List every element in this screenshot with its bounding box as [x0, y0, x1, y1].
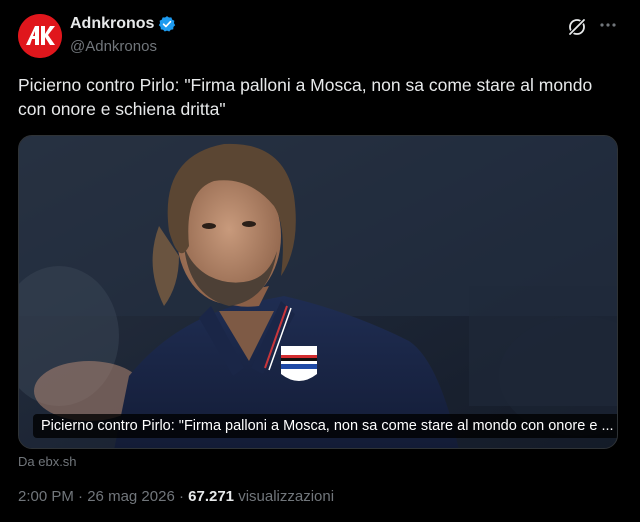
tweet-meta: 2:00 PM · 26 mag 2026 · 67.271 visualizz…: [18, 488, 334, 505]
avatar[interactable]: [18, 14, 62, 58]
tweet-time[interactable]: 2:00 PM: [18, 488, 74, 505]
author-name-row: Adnkronos: [70, 15, 176, 33]
tweet: Adnkronos @Adnkronos Picierno contro Pir…: [0, 0, 640, 522]
card-photo: [19, 136, 617, 448]
display-name[interactable]: Adnkronos: [70, 15, 154, 33]
adnkronos-logo-icon: [18, 14, 62, 58]
verified-badge-icon: [158, 15, 176, 33]
views-label: visualizzazioni: [238, 488, 335, 505]
grok-button[interactable]: [566, 16, 588, 38]
meta-separator: ·: [178, 488, 184, 505]
tweet-text: Picierno contro Pirlo: "Firma palloni a …: [18, 75, 593, 119]
grok-icon: [567, 17, 587, 37]
more-options-button[interactable]: [596, 14, 620, 36]
tweet-date[interactable]: 26 mag 2026: [87, 488, 175, 505]
link-card[interactable]: Picierno contro Pirlo: "Firma palloni a …: [18, 135, 618, 449]
handle[interactable]: @Adnkronos: [70, 38, 157, 55]
card-source-link[interactable]: Da ebx.sh: [18, 454, 77, 469]
card-caption: Picierno contro Pirlo: "Firma palloni a …: [33, 414, 617, 438]
views-count: 67.271: [188, 488, 235, 505]
meta-separator: ·: [78, 488, 84, 505]
more-dots-icon: [600, 23, 616, 27]
